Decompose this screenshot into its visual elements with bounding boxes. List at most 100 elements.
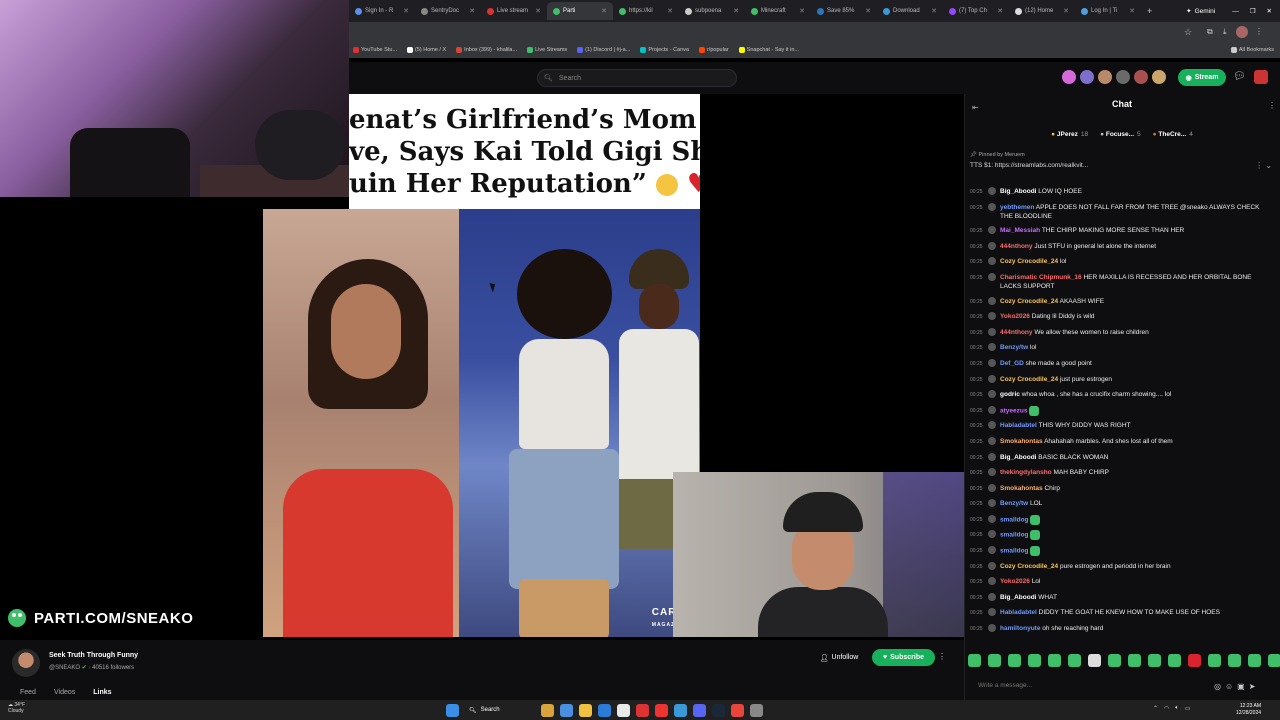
message-username[interactable]: Charismatic Chipmunk_16 xyxy=(1000,274,1082,281)
weather-widget[interactable]: ☁ 34°F Cloudy xyxy=(8,702,25,714)
message-username[interactable]: Benzy/tw xyxy=(1000,344,1028,351)
avatar[interactable] xyxy=(1080,70,1094,84)
bookmark-item[interactable]: YouTube Stu... xyxy=(353,47,397,53)
message-username[interactable]: smalldog xyxy=(1000,517,1029,524)
avatar[interactable] xyxy=(1134,70,1148,84)
message-username[interactable]: Big_Aboodi xyxy=(1000,188,1036,195)
message-username[interactable]: hamiltonyute xyxy=(1000,625,1040,632)
message-username[interactable]: Habladabtel xyxy=(1000,422,1037,429)
emote-icon[interactable] xyxy=(1248,654,1261,667)
emote-icon[interactable] xyxy=(1148,654,1161,667)
message-username[interactable]: 444nthony xyxy=(1000,329,1033,336)
extensions-icon[interactable]: ⧉ xyxy=(1207,27,1213,37)
tab-links[interactable]: Links xyxy=(93,689,111,696)
message-username[interactable]: atyeezus xyxy=(1000,407,1027,414)
close-icon[interactable]: ✕ xyxy=(865,7,871,15)
browser-tab[interactable]: (7) Top Ch ✕ xyxy=(943,2,1009,20)
close-icon[interactable]: ✕ xyxy=(403,7,409,15)
browser-tab[interactable]: Minecraft ✕ xyxy=(745,2,811,20)
record-icon[interactable] xyxy=(655,703,668,717)
windows-start-icon[interactable] xyxy=(446,703,459,717)
star-icon[interactable]: ☆ xyxy=(1184,27,1192,38)
more-options-icon[interactable]: ⋮ xyxy=(938,652,946,661)
store-icon[interactable] xyxy=(617,703,630,717)
profile-avatar[interactable] xyxy=(1236,26,1248,38)
message-username[interactable]: Def_GD xyxy=(1000,360,1024,367)
message-username[interactable]: yebthemen xyxy=(1000,204,1034,211)
browser-tab[interactable]: subpoena ✕ xyxy=(679,2,745,20)
emote-icon[interactable] xyxy=(1128,654,1141,667)
message-username[interactable]: smalldog xyxy=(1000,548,1029,555)
browser-tab[interactable]: Log In | Ti ✕ xyxy=(1075,2,1141,20)
emote-icon[interactable] xyxy=(1188,654,1201,667)
emote-icon[interactable] xyxy=(1068,654,1081,667)
emote-icon[interactable] xyxy=(1168,654,1181,667)
message-username[interactable]: Yoko2026 xyxy=(1000,313,1030,320)
coin-icon[interactable]: ◎ xyxy=(1214,682,1221,691)
stream-button[interactable]: ◉ Stream xyxy=(1178,69,1226,86)
close-icon[interactable]: ✕ xyxy=(733,7,739,15)
followed-avatars[interactable] xyxy=(1062,70,1166,84)
bookmark-item[interactable]: Snapchat - Say it in... xyxy=(738,47,799,53)
more-icon[interactable]: ⋮ xyxy=(1255,27,1263,36)
clock[interactable]: 12:23 AM 12/28/2024 xyxy=(1236,703,1261,717)
browser-tab[interactable]: Parti ✕ xyxy=(547,2,613,20)
emoji-icon[interactable]: ☺ xyxy=(1225,682,1233,691)
browser-tab[interactable]: Save 85% ✕ xyxy=(811,2,877,20)
discord-icon[interactable] xyxy=(693,703,706,717)
leaderboard-entry[interactable]: ● Focuse... 5 xyxy=(1100,131,1141,138)
message-username[interactable]: Habladabtel xyxy=(1000,609,1037,616)
message-username[interactable]: Cozy Crocodile_24 xyxy=(1000,563,1058,570)
emote-icon[interactable] xyxy=(968,654,981,667)
tab-videos[interactable]: Videos xyxy=(54,689,75,696)
channel-avatar[interactable] xyxy=(12,649,40,677)
gif-icon[interactable]: ▣ xyxy=(1237,682,1245,691)
leaderboard-entry[interactable]: ● TheCre... 4 xyxy=(1153,131,1193,138)
message-username[interactable]: 444nthony xyxy=(1000,243,1033,250)
close-icon[interactable]: ✕ xyxy=(535,7,541,15)
emote-icon[interactable] xyxy=(1208,654,1221,667)
download-icon[interactable]: ⤓ xyxy=(1223,27,1227,37)
close-icon[interactable]: ✕ xyxy=(469,7,475,15)
browser-tab[interactable]: SentryDoc ✕ xyxy=(415,2,481,20)
file-explorer-icon[interactable] xyxy=(579,703,592,717)
chrome-icon[interactable] xyxy=(731,703,744,717)
bookmark-item[interactable]: Live Streams xyxy=(527,47,567,53)
browser-tab[interactable]: Download ✕ xyxy=(877,2,943,20)
emote-icon[interactable] xyxy=(1028,654,1041,667)
bookmark-item[interactable]: Inbox (399) - khalila... xyxy=(456,47,517,53)
task-view-icon[interactable] xyxy=(560,703,573,717)
handle-text[interactable]: @SNEAKO xyxy=(49,665,80,671)
bookmark-item[interactable]: (5) Home / X xyxy=(406,47,446,53)
emote-icon[interactable] xyxy=(988,654,1001,667)
volume-icon[interactable]: 🔈︎ xyxy=(1175,705,1179,712)
app-icon[interactable] xyxy=(674,703,687,717)
message-username[interactable]: Cozy Crocodile_24 xyxy=(1000,376,1058,383)
bookmark-item[interactable]: (1) Discord | #j-a... xyxy=(577,47,630,53)
close-icon[interactable]: ✕ xyxy=(1063,7,1069,15)
message-username[interactable]: Yoko2026 xyxy=(1000,578,1030,585)
emote-icon[interactable] xyxy=(1008,654,1021,667)
emote-icon[interactable] xyxy=(1048,654,1061,667)
expand-icon[interactable]: ⋮ ⌄ xyxy=(1255,161,1272,170)
subscribe-button[interactable]: ♥ Subscribe xyxy=(872,649,935,666)
emote-icon[interactable] xyxy=(1268,654,1280,667)
send-icon[interactable]: ➤ xyxy=(1249,682,1256,691)
taskbar-search[interactable]: 🔍︎ Search xyxy=(465,703,535,717)
message-username[interactable]: Benzy/tw xyxy=(1000,500,1028,507)
message-username[interactable]: Big_Aboodi xyxy=(1000,594,1036,601)
message-username[interactable]: smalldog xyxy=(1000,532,1029,539)
message-username[interactable]: godric xyxy=(1000,391,1020,398)
close-icon[interactable]: ✕ xyxy=(799,7,805,15)
app-icon[interactable] xyxy=(750,703,763,717)
new-tab-button[interactable]: + xyxy=(1141,6,1158,16)
message-username[interactable]: Mai_Messiah xyxy=(1000,227,1040,234)
avatar[interactable] xyxy=(1062,70,1076,84)
maximize-icon[interactable]: ❐ xyxy=(1250,7,1256,15)
emote-icon[interactable] xyxy=(1108,654,1121,667)
close-icon[interactable]: ✕ xyxy=(931,7,937,15)
minimize-icon[interactable]: — xyxy=(1232,8,1239,15)
leaderboard-entry[interactable]: ● JPerez 18 xyxy=(1051,131,1088,138)
tab-feed[interactable]: Feed xyxy=(20,689,36,696)
bookmark-item[interactable]: Projects - Canva xyxy=(640,47,689,53)
